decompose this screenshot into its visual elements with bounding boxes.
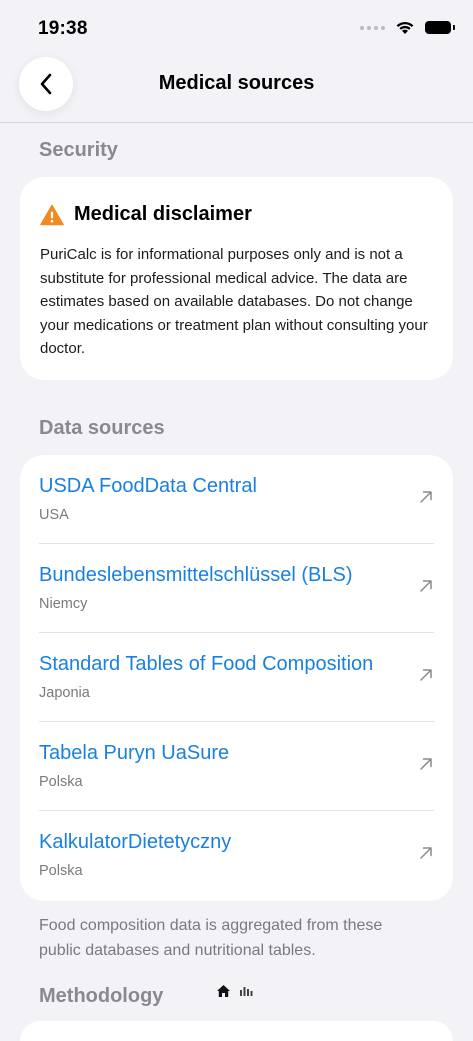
home-icon[interactable] — [216, 984, 231, 998]
section-header-security: Security — [39, 139, 118, 161]
status-icons — [360, 20, 455, 35]
source-name: Standard Tables of Food Composition — [39, 653, 374, 675]
chart-icon[interactable] — [239, 985, 253, 997]
page-title: Medical sources — [158, 72, 315, 94]
external-link-icon — [420, 580, 432, 592]
sources-card: USDA FoodData Central USA Bundeslebensmi… — [20, 455, 453, 901]
section-header-methodology: Methodology — [39, 985, 164, 1007]
floating-icons — [216, 984, 253, 998]
source-row-standard-tables[interactable]: Standard Tables of Food Composition Japo… — [39, 633, 434, 722]
source-country: Polska — [39, 863, 83, 879]
signal-icon — [360, 25, 385, 30]
navigation-bar: Medical sources — [0, 56, 473, 123]
status-bar: 19:38 — [0, 0, 473, 56]
disclaimer-title: Medical disclaimer — [74, 203, 252, 225]
wifi-icon — [396, 21, 414, 34]
disclaimer-card: Medical disclaimer PuriCalc is for infor… — [20, 177, 453, 380]
disclaimer-text: PuriCalc is for informational purposes o… — [40, 246, 428, 357]
external-link-icon — [420, 669, 432, 681]
source-name: KalkulatorDietetyczny — [39, 831, 232, 853]
source-name: Tabela Puryn UaSure — [39, 742, 230, 764]
source-country: Niemcy — [39, 596, 88, 612]
sources-footer-note: Food composition data is aggregated from… — [39, 917, 383, 959]
warning-icon — [40, 204, 64, 225]
disclaimer-header: Medical disclaimer — [40, 203, 252, 226]
external-link-icon — [420, 491, 432, 503]
source-name: USDA FoodData Central — [39, 475, 257, 497]
source-row-bls[interactable]: Bundeslebensmittelschlüssel (BLS) Niemcy — [39, 544, 434, 633]
status-time: 19:38 — [38, 18, 88, 39]
source-country: USA — [39, 507, 69, 523]
source-country: Japonia — [39, 685, 90, 701]
external-link-icon — [420, 758, 432, 770]
source-row-usda[interactable]: USDA FoodData Central USA — [39, 455, 434, 544]
source-name: Bundeslebensmittelschlüssel (BLS) — [39, 564, 353, 586]
source-row-tabela-puryn[interactable]: Tabela Puryn UaSure Polska — [39, 722, 434, 811]
source-country: Polska — [39, 774, 83, 790]
section-header-data-sources: Data sources — [39, 417, 165, 439]
external-link-icon — [420, 847, 432, 859]
methodology-card — [20, 1021, 453, 1041]
battery-icon — [425, 21, 455, 34]
source-row-kalkulator[interactable]: KalkulatorDietetyczny Polska — [39, 811, 434, 900]
